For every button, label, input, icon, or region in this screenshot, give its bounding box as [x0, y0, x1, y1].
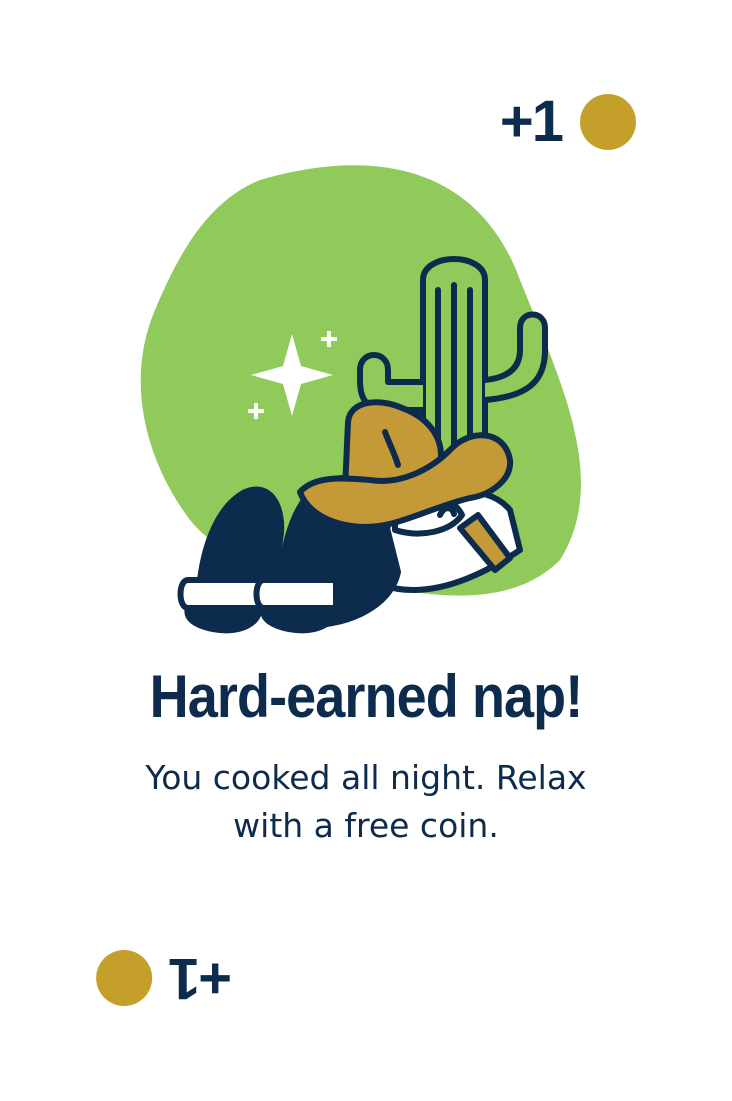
- reward-amount: +1: [499, 89, 564, 154]
- reward-message: You cooked all night. Relax with a free …: [145, 758, 587, 845]
- coin-icon: [96, 950, 152, 1006]
- reward-amount-inverted: +1: [170, 946, 233, 1011]
- reward-badge-top: +1: [500, 92, 636, 152]
- napping-cowboy-illustration: [140, 165, 581, 634]
- coin-icon: [580, 94, 636, 150]
- page-title: Hard-earned nap!: [149, 663, 584, 730]
- reward-card: +1 Hard-earned nap! You cooked all night…: [0, 0, 732, 1101]
- reward-badge-bottom: +1: [96, 946, 233, 1011]
